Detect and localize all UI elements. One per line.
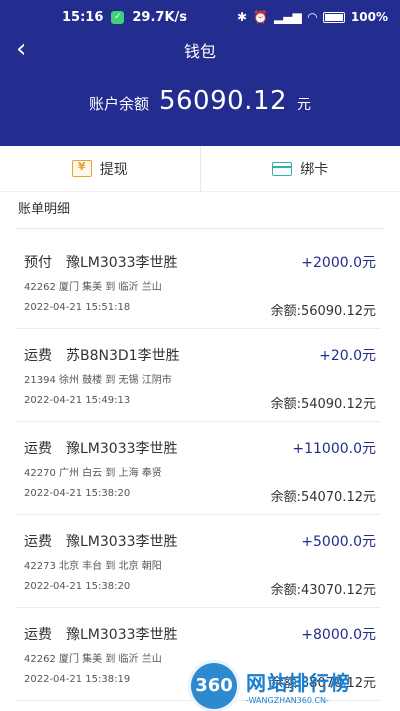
- transaction-title: 运费 豫LM3033李世胜: [24, 441, 178, 457]
- bank-card-icon: [272, 161, 293, 176]
- account-balance: 账户余额 56090.12 元: [0, 86, 400, 116]
- transaction-title: 运费 豫LM3033李世胜: [24, 627, 178, 643]
- withdraw-button[interactable]: 提现: [0, 146, 200, 191]
- bluetooth-icon: ✱: [236, 10, 248, 24]
- transaction-balance: 余额:43070.12元: [270, 583, 376, 598]
- transaction-balance: 余额:56090.12元: [270, 304, 376, 319]
- transaction-balance: 余额:54090.12元: [270, 397, 376, 412]
- balance-unit: 元: [297, 97, 312, 113]
- transaction-item[interactable]: 运费 豫LM3033李世胜 +11000.0元 42270 广州 白云 到 上海…: [16, 422, 380, 515]
- transaction-time: 2022-04-21 15:38:20: [24, 488, 131, 499]
- bind-card-label: 绑卡: [300, 161, 329, 178]
- transaction-time: 2022-04-21 15:38:20: [24, 581, 131, 592]
- status-time: 15:16: [62, 9, 104, 25]
- balance-label: 账户余额: [88, 95, 149, 113]
- page-title: 钱包: [183, 42, 216, 61]
- network-speed: 29.7K/s: [132, 9, 188, 25]
- withdraw-icon: [71, 160, 92, 177]
- transaction-route: 42273 北京 丰台 到 北京 朝阳: [24, 561, 162, 572]
- transaction-amount: +11000.0元: [292, 441, 376, 457]
- battery-icon: [322, 11, 345, 23]
- transaction-list: 预付 豫LM3033李世胜 +2000.0元 42262 厦门 集美 到 临沂 …: [16, 236, 380, 701]
- battery-level: 100%: [350, 10, 388, 24]
- transaction-item[interactable]: 运费 豫LM3033李世胜 +5000.0元 42273 北京 丰台 到 北京 …: [16, 515, 380, 608]
- wallet-actions: 提现 绑卡: [0, 146, 400, 192]
- transaction-balance: 余额:54070.12元: [270, 490, 376, 505]
- transaction-route: 42262 厦门 集美 到 临沂 兰山: [24, 282, 162, 293]
- watermark-subtitle: -WANGZHAN360.CN-: [246, 695, 329, 705]
- status-bar: 15:16 ✓ 29.7K/s ✱ ⏰ ▂▄▆ ◠ 100%: [0, 0, 400, 34]
- transaction-amount: +5000.0元: [301, 534, 376, 550]
- transaction-title: 运费 苏B8N3D1李世胜: [24, 348, 180, 364]
- alarm-icon: ⏰: [253, 10, 268, 24]
- transaction-title: 运费 豫LM3033李世胜: [24, 534, 178, 550]
- transaction-amount: +2000.0元: [301, 255, 376, 271]
- wallet-header: ‹ 钱包 账户余额 56090.12 元: [0, 34, 400, 146]
- transaction-item[interactable]: 预付 豫LM3033李世胜 +2000.0元 42262 厦门 集美 到 临沂 …: [16, 236, 380, 329]
- wifi-icon: ◠: [307, 10, 317, 24]
- bind-card-button[interactable]: 绑卡: [199, 146, 400, 191]
- signal-icon: ▂▄▆: [274, 10, 302, 24]
- app-notification-icon: ✓: [111, 10, 125, 24]
- bill-details-title: 账单明细: [18, 202, 71, 217]
- divider: [16, 228, 384, 229]
- withdraw-label: 提现: [99, 161, 128, 178]
- watermark-logo: 360: [188, 659, 240, 711]
- transaction-title: 预付 豫LM3033李世胜: [24, 255, 178, 271]
- watermark-title: 网站排行榜: [246, 670, 351, 695]
- transaction-route: 42262 厦门 集美 到 临沂 兰山: [24, 654, 162, 665]
- transaction-route: 42270 广州 白云 到 上海 奉贤: [24, 468, 162, 479]
- transaction-route: 21394 徐州 鼓楼 到 无锡 江阴市: [24, 375, 172, 386]
- transaction-time: 2022-04-21 15:49:13: [24, 395, 131, 406]
- site-watermark: 360 网站排行榜 -WANGZHAN360.CN-: [188, 659, 400, 711]
- transaction-amount: +20.0元: [319, 348, 376, 364]
- transaction-time: 2022-04-21 15:51:18: [24, 302, 131, 313]
- balance-value: 56090.12: [158, 86, 288, 116]
- transaction-amount: +8000.0元: [301, 627, 376, 643]
- transaction-item[interactable]: 运费 苏B8N3D1李世胜 +20.0元 21394 徐州 鼓楼 到 无锡 江阴…: [16, 329, 380, 422]
- transaction-time: 2022-04-21 15:38:19: [24, 674, 131, 685]
